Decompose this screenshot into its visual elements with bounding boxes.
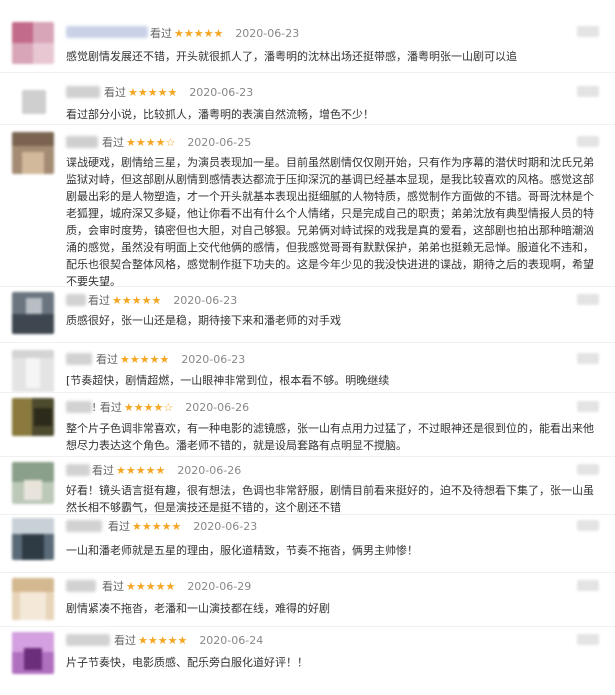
review-meta: 看过 ★★★★★ 2020-06-23 <box>104 84 253 100</box>
divider <box>0 286 615 287</box>
useful-count-blurred[interactable] <box>577 353 599 364</box>
review-meta: 看过 ★★★★★ 2020-06-24 <box>114 632 263 648</box>
review-date: 2020-06-26 <box>177 464 242 477</box>
username-blurred[interactable] <box>66 401 92 413</box>
review-meta: 看过 ★★★★★ 2020-06-23 <box>150 25 299 41</box>
useful-count-blurred[interactable] <box>577 580 599 591</box>
divider <box>0 392 615 393</box>
watch-status: 看过 <box>104 86 126 99</box>
divider <box>0 572 615 573</box>
divider <box>0 456 615 457</box>
user-avatar[interactable] <box>12 22 54 64</box>
review-date: 2020-06-23 <box>193 520 258 533</box>
review-text: 一山和潘老师就是五星的理由，服化道精致，节奏不拖沓，俩男主帅惨！ <box>66 544 418 557</box>
review-meta: ! 看过 ★★★★☆ 2020-06-26 <box>92 399 249 415</box>
review-text: 整个片子色调非常喜欢，有一种电影的滤镜感，张一山有点用力过猛了，不过眼神还是很到… <box>66 422 594 452</box>
useful-count-blurred[interactable] <box>577 464 599 475</box>
rating-stars: ★★★★★ <box>126 580 176 593</box>
watch-status: 看过 <box>114 634 136 647</box>
divider <box>0 342 615 343</box>
useful-count-blurred[interactable] <box>577 401 599 412</box>
watch-status: 看过 <box>108 520 130 533</box>
review-date: 2020-06-23 <box>173 294 238 307</box>
rating-stars: ★★★★★ <box>138 634 188 647</box>
review-text: 片子节奏快，电影质感、配乐旁白服化道好评！！ <box>66 656 308 669</box>
username-blurred[interactable] <box>66 634 110 646</box>
review-meta: 看过 ★★★★★ 2020-06-29 <box>102 578 251 594</box>
review-list: 看过 ★★★★★ 2020-06-23 感觉剧情发展还不错，开头就很抓人了，潘粤明的… <box>0 0 615 695</box>
rating-stars: ★★★★☆ <box>126 136 176 149</box>
review-meta: 看过 ★★★★★ 2020-06-23 <box>108 518 257 534</box>
watch-status: 看过 <box>150 27 172 40</box>
review-date: 2020-06-23 <box>235 27 300 40</box>
divider <box>0 626 615 627</box>
username-blurred[interactable] <box>66 580 96 592</box>
review-date: 2020-06-24 <box>199 634 264 647</box>
review-meta: 看过 ★★★★★ 2020-06-26 <box>92 462 241 478</box>
review-date: 2020-06-23 <box>189 86 254 99</box>
username-blurred[interactable] <box>66 294 86 306</box>
user-avatar[interactable] <box>12 632 54 674</box>
review-text: 剧情紧凑不拖沓，老潘和一山演技都在线，难得的好剧 <box>66 602 330 615</box>
rating-stars: ★★★★★ <box>132 520 182 533</box>
username-blurred[interactable] <box>66 86 100 98</box>
review-date: 2020-06-25 <box>187 136 252 149</box>
review-date: 2020-06-23 <box>181 353 246 366</box>
user-avatar[interactable] <box>12 398 54 436</box>
review-meta: 看过 ★★★★☆ 2020-06-25 <box>102 134 251 150</box>
review-date: 2020-06-26 <box>185 401 250 414</box>
rating-stars: ★★★★★ <box>116 464 166 477</box>
user-avatar[interactable] <box>12 350 54 392</box>
useful-count-blurred[interactable] <box>577 86 599 97</box>
review-meta: 看过 ★★★★★ 2020-06-23 <box>88 292 237 308</box>
rating-stars: ★★★★★ <box>128 86 178 99</box>
user-avatar[interactable] <box>12 132 54 174</box>
user-avatar[interactable] <box>12 462 54 504</box>
useful-count-blurred[interactable] <box>577 136 599 147</box>
watch-status: 看过 <box>96 353 118 366</box>
watch-status: ! 看过 <box>92 401 122 414</box>
username-blurred[interactable] <box>66 464 90 476</box>
username-blurred[interactable] <box>66 353 92 365</box>
review-text: [节奏超快，剧情超燃，一山眼神非常到位，根本看不够。明晚继续 <box>66 374 390 387</box>
useful-count-blurred[interactable] <box>577 294 599 305</box>
username-blurred[interactable] <box>66 520 102 532</box>
review-date: 2020-06-29 <box>187 580 252 593</box>
divider <box>0 72 615 73</box>
divider <box>0 124 615 125</box>
divider <box>0 514 615 515</box>
review-text: 感觉剧情发展还不错，开头就很抓人了，潘粤明的沈林出场还挺带感，潘粤明张一山剧可以… <box>66 50 517 63</box>
watch-status: 看过 <box>88 294 110 307</box>
rating-stars: ★★★★☆ <box>123 401 174 414</box>
review-text: 谍战硬戏，剧情给三星，为演员表现加一星。目前虽然剧情仅仅刚开始，只有作为序幕的潜… <box>66 156 594 288</box>
watch-status: 看过 <box>102 136 124 149</box>
user-avatar[interactable] <box>12 518 54 560</box>
rating-stars: ★★★★★ <box>112 294 162 307</box>
user-avatar[interactable] <box>12 578 54 620</box>
watch-status: 看过 <box>92 464 114 477</box>
username-blurred[interactable] <box>66 136 98 148</box>
user-avatar[interactable] <box>12 292 54 334</box>
username-blurred[interactable] <box>66 26 148 38</box>
user-avatar[interactable] <box>22 90 46 114</box>
review-meta: 看过 ★★★★★ 2020-06-23 <box>96 351 245 367</box>
review-text: 看过部分小说，比较抓人，潘粤明的表演自然流畅，增色不少！ <box>66 108 374 121</box>
rating-stars: ★★★★★ <box>120 353 170 366</box>
useful-count-blurred[interactable] <box>577 520 599 531</box>
useful-count-blurred[interactable] <box>577 26 599 37</box>
rating-stars: ★★★★★ <box>174 27 224 40</box>
review-text: 质感很好，张一山还是稳，期待接下来和潘老师的对手戏 <box>66 314 341 327</box>
review-text: 好看！镜头语言挺有趣，很有想法，色调也非常舒服，剧情目前看来挺好的，迫不及待想看… <box>66 484 594 514</box>
watch-status: 看过 <box>102 580 124 593</box>
useful-count-blurred[interactable] <box>577 634 599 645</box>
